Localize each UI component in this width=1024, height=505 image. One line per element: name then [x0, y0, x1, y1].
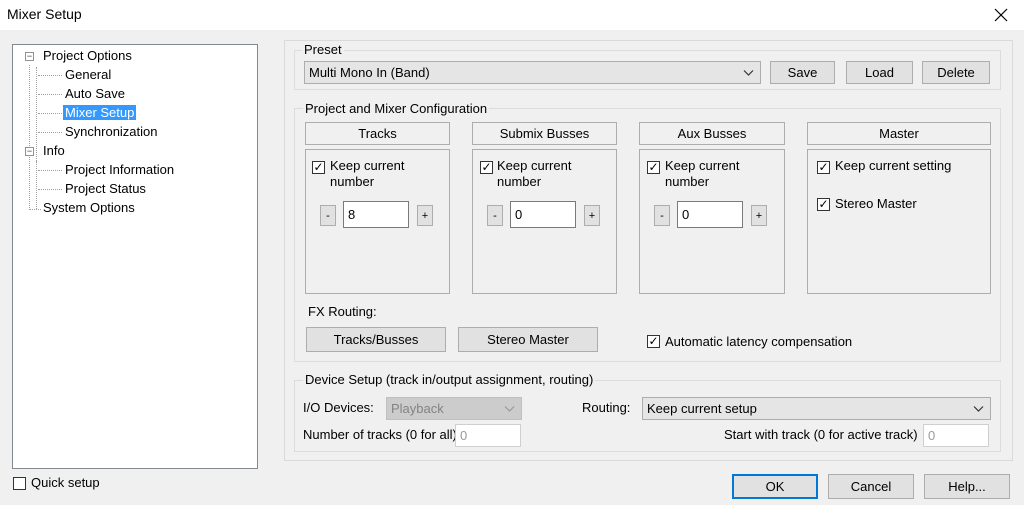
tree-item-auto-save[interactable]: Auto Save: [65, 85, 125, 103]
preset-selected-value: Multi Mono In (Band): [309, 65, 430, 80]
tree-item-label: Project Options: [43, 48, 132, 63]
submix-count-input[interactable]: 0: [510, 201, 576, 228]
tree-line: [38, 132, 62, 133]
check-mark-icon: ✓: [313, 160, 324, 174]
fx-stereo-master-button[interactable]: Stereo Master: [458, 327, 598, 352]
window-title: Mixer Setup: [7, 6, 82, 22]
aux-keep-checkbox[interactable]: ✓: [647, 161, 660, 174]
aux-header: Aux Busses: [639, 122, 785, 145]
tree-item-project-information[interactable]: Project Information: [65, 161, 174, 179]
load-button[interactable]: Load: [846, 61, 913, 84]
tree-item-project-status[interactable]: Project Status: [65, 180, 146, 198]
tracks-decrement-button[interactable]: -: [320, 205, 336, 226]
tree-item-label: Info: [43, 143, 65, 158]
tracks-keep-label-2: number: [330, 174, 375, 189]
tree-line: [36, 161, 37, 209]
tree-item-label: General: [65, 67, 112, 82]
tree-item-mixer-setup[interactable]: Mixer Setup: [63, 104, 137, 122]
expander-info[interactable]: −: [25, 147, 34, 156]
check-mark-icon: ✓: [481, 160, 492, 174]
tree-item-info[interactable]: Info: [43, 142, 65, 160]
tree-item-label: Mixer Setup: [63, 105, 137, 120]
tree-item-label: Project Information: [65, 162, 175, 177]
master-header: Master: [807, 122, 991, 145]
aux-keep-label-2: number: [665, 174, 710, 189]
tracks-increment-button[interactable]: +: [417, 205, 433, 226]
tracks-keep-label-1: Keep current: [330, 158, 405, 173]
tracks-header: Tracks: [305, 122, 450, 145]
submix-increment-button[interactable]: +: [584, 205, 600, 226]
check-mark-icon: ✓: [648, 334, 659, 348]
master-keep-label: Keep current setting: [835, 158, 952, 173]
tree-line: [38, 170, 62, 171]
chevron-down-icon: [973, 405, 984, 412]
submix-keep-checkbox[interactable]: ✓: [480, 161, 493, 174]
tree-item-label: Auto Save: [65, 86, 125, 101]
device-group-title: Device Setup (track in/output assignment…: [303, 372, 596, 387]
start-track-input[interactable]: 0: [923, 424, 989, 447]
num-tracks-label: Number of tracks (0 for all): [303, 427, 457, 442]
auto-latency-checkbox[interactable]: ✓: [647, 335, 660, 348]
expander-project-options[interactable]: −: [25, 52, 34, 61]
routing-label: Routing:: [582, 400, 631, 415]
chevron-down-icon: [504, 405, 515, 412]
tracks-keep-checkbox[interactable]: ✓: [312, 161, 325, 174]
tree-item-label: System Options: [43, 200, 135, 215]
close-icon: [994, 8, 1008, 22]
tree-item-synchronization[interactable]: Synchronization: [65, 123, 158, 141]
tree-line: [38, 75, 62, 76]
quick-setup-label: Quick setup: [31, 475, 100, 490]
aux-count-input[interactable]: 0: [677, 201, 743, 228]
aux-increment-button[interactable]: +: [751, 205, 767, 226]
routing-value: Keep current setup: [647, 401, 757, 416]
chevron-down-icon: [743, 69, 754, 76]
aux-keep-label-1: Keep current: [665, 158, 740, 173]
delete-button[interactable]: Delete: [922, 61, 990, 84]
tree-item-system-options[interactable]: System Options: [43, 199, 135, 217]
stereo-master-label: Stereo Master: [835, 196, 917, 211]
ok-button[interactable]: OK: [732, 474, 818, 499]
auto-latency-label: Automatic latency compensation: [665, 334, 853, 349]
preset-group-title: Preset: [302, 42, 344, 57]
io-devices-dropdown[interactable]: Playback: [386, 397, 522, 420]
help-button[interactable]: Help...: [924, 474, 1010, 499]
submix-keep-label-1: Keep current: [497, 158, 572, 173]
io-devices-label: I/O Devices:: [303, 400, 374, 415]
routing-dropdown[interactable]: Keep current setup: [642, 397, 991, 420]
save-button[interactable]: Save: [770, 61, 835, 84]
tracks-count-input[interactable]: 8: [343, 201, 409, 228]
tree-item-label: Project Status: [65, 181, 146, 196]
fx-tracks-busses-button[interactable]: Tracks/Busses: [306, 327, 446, 352]
check-mark-icon: ✓: [818, 197, 829, 211]
quick-setup-checkbox[interactable]: [13, 477, 26, 490]
num-tracks-input[interactable]: 0: [455, 424, 521, 447]
tree-item-project-options[interactable]: Project Options: [43, 47, 132, 65]
submix-decrement-button[interactable]: -: [487, 205, 503, 226]
tree-line: [29, 65, 30, 210]
preset-dropdown[interactable]: Multi Mono In (Band): [304, 61, 761, 84]
master-keep-checkbox[interactable]: ✓: [817, 161, 830, 174]
tree-item-label: Synchronization: [65, 124, 158, 139]
close-button[interactable]: [978, 0, 1024, 30]
tree-line: [38, 113, 62, 114]
cancel-button[interactable]: Cancel: [828, 474, 914, 499]
config-group-title: Project and Mixer Configuration: [303, 101, 490, 116]
options-tree[interactable]: − Project Options General Auto Save Mixe…: [12, 44, 258, 469]
aux-decrement-button[interactable]: -: [654, 205, 670, 226]
submix-keep-label-2: number: [497, 174, 542, 189]
check-mark-icon: ✓: [818, 160, 829, 174]
io-devices-value: Playback: [391, 401, 444, 416]
submix-header: Submix Busses: [472, 122, 617, 145]
tree-line: [38, 189, 62, 190]
title-bar: Mixer Setup: [0, 0, 1024, 30]
start-track-label: Start with track (0 for active track): [724, 427, 918, 442]
fx-routing-label: FX Routing:: [308, 304, 377, 319]
stereo-master-checkbox[interactable]: ✓: [817, 198, 830, 211]
check-mark-icon: ✓: [648, 160, 659, 174]
tree-line: [38, 94, 62, 95]
tree-item-general[interactable]: General: [65, 66, 111, 84]
tree-line: [29, 209, 41, 210]
